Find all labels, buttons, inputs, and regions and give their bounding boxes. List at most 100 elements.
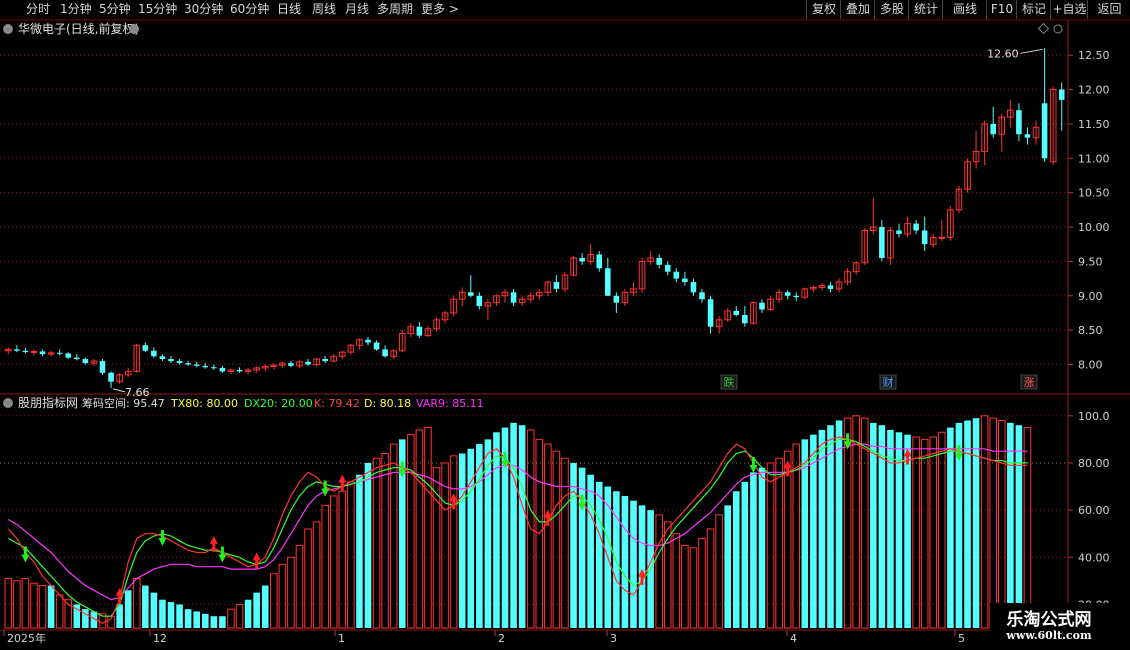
chip-bar [750, 472, 757, 628]
chip-bar [895, 432, 903, 628]
chip-bar [741, 481, 749, 628]
chip-bar [295, 544, 304, 629]
candle-body [664, 264, 671, 272]
candle-body [1041, 103, 1048, 159]
event-marker-1: 财 [883, 375, 894, 389]
chip-bar [561, 457, 569, 629]
chip-bar [261, 585, 269, 628]
indicator-legend-5: VAR9: 85.11 [416, 397, 484, 410]
chip-bar [715, 514, 723, 629]
price-tick-label: 8.00 [1078, 359, 1103, 372]
candle-body [921, 230, 928, 245]
chip-bar [484, 439, 492, 628]
candle-body [176, 361, 183, 364]
candle-body [510, 292, 517, 303]
candle-body [793, 295, 799, 298]
candle-body [553, 282, 560, 289]
indicator-legend-2: DX20: 20.00 [244, 397, 313, 410]
chip-bar [449, 455, 458, 629]
chip-bar [493, 432, 500, 628]
candle-body [288, 363, 294, 366]
candle-body [613, 295, 620, 303]
chip-bar [887, 429, 894, 628]
chip-bar [964, 420, 971, 628]
indicator-legend-4: D: 80.18 [364, 397, 411, 410]
chip-bar [912, 436, 920, 629]
chip-bar [689, 547, 698, 629]
candle-body [211, 367, 217, 369]
chip-bar [467, 448, 475, 628]
stock-chart: 华微电子(日线,前复权) 12.50 12.00 11.50 11.00 10.50 10.… [0, 19, 1130, 650]
chip-bar [329, 495, 338, 629]
chip-bar [389, 443, 398, 629]
candle-body [416, 326, 423, 336]
chip-bar [132, 577, 141, 629]
date-label-3: 2 [498, 632, 505, 645]
date-label-1: 12 [153, 632, 167, 645]
candle-body [913, 223, 919, 231]
chip-bar [142, 585, 149, 628]
chip-bar [681, 544, 689, 629]
chip-bar [38, 585, 47, 629]
candle-body [99, 361, 106, 373]
sell-arrow-icon [158, 530, 167, 547]
max-price-arrow [1020, 48, 1043, 54]
candle-body [168, 359, 174, 362]
chip-bar [219, 616, 226, 628]
chip-bar [4, 577, 13, 629]
candle-body [742, 315, 748, 324]
candle-body [373, 342, 380, 350]
chip-bar [655, 514, 663, 629]
chip-bar [766, 462, 775, 629]
candle-body [219, 367, 226, 372]
candle-body [690, 282, 697, 293]
chip-bar [227, 608, 235, 629]
indicator-name: 股朋指标网 [18, 395, 78, 410]
price-tick-label: 11.00 [1078, 152, 1110, 165]
price-tick-label: 12.00 [1078, 84, 1110, 97]
price-tick-label: 10.50 [1078, 187, 1110, 200]
candle-body [784, 292, 791, 296]
candle-body [151, 350, 157, 357]
candle-body [682, 278, 688, 283]
candle-body [476, 295, 483, 307]
candle-body [990, 123, 996, 135]
candle-body [202, 365, 209, 368]
chip-bar [278, 563, 287, 629]
chip-bar [852, 415, 860, 629]
candle-body [56, 352, 63, 354]
chip-bar [929, 436, 938, 629]
event-marker-0: 跌 [724, 375, 735, 389]
candle-body [108, 372, 114, 382]
candle-body [382, 349, 388, 357]
settings-icon [1053, 24, 1063, 34]
chip-bar [672, 533, 681, 629]
buy-arrow-icon [115, 587, 124, 604]
chip-bar [724, 505, 731, 628]
candle-body [938, 236, 946, 239]
candle-body [579, 257, 585, 262]
indicator-collapse-icon [3, 398, 13, 408]
candle-body [605, 268, 611, 296]
price-tick-label: 12.50 [1078, 49, 1110, 62]
chip-bar [518, 425, 526, 628]
watermark-title: 乐淘公式网 [1006, 610, 1092, 630]
candle-body [14, 349, 20, 351]
candle-body [733, 310, 740, 316]
chip-bar [835, 420, 843, 628]
chip-bar [47, 585, 55, 628]
price-tick-label: 10.00 [1078, 221, 1110, 234]
min-price-arrow [112, 388, 126, 393]
candle-body [596, 254, 603, 269]
candle-body [1058, 89, 1065, 100]
chip-bar [698, 537, 706, 629]
indicator-legend-0: 筹码空间: 95.47 [82, 396, 165, 410]
chip-bar [193, 611, 200, 628]
price-tick-label: 9.00 [1078, 290, 1103, 303]
chip-bar [21, 577, 30, 629]
chip-bar [552, 450, 561, 629]
chip-bar [1015, 425, 1023, 628]
diamond-icon [1037, 22, 1050, 35]
candle-body [236, 370, 243, 372]
chip-bar [732, 491, 740, 628]
